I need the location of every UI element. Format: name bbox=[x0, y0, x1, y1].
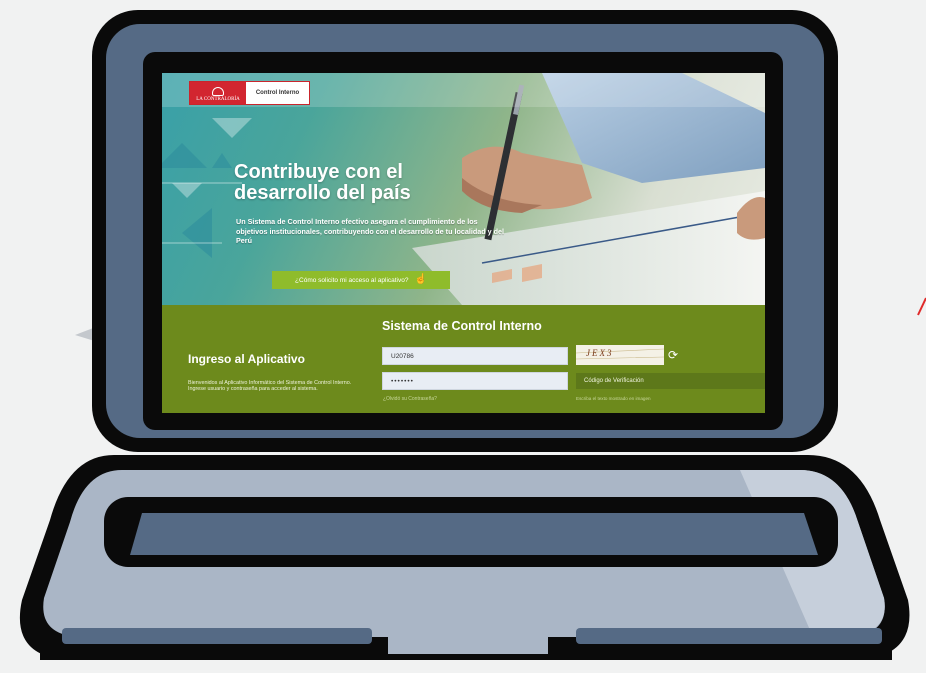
keyboard-area bbox=[130, 513, 818, 555]
accent-mark bbox=[917, 297, 926, 316]
verification-hint: Escriba el texto mostrado en imagen bbox=[576, 396, 651, 401]
password-input[interactable] bbox=[382, 372, 568, 390]
cursor-click-icon: ☝ bbox=[414, 274, 427, 285]
login-panel: Sistema de Control Interno Ingreso al Ap… bbox=[162, 305, 765, 413]
logo-text: LA CONTRALORÍA bbox=[196, 97, 240, 102]
contraloria-logo: LA CONTRALORÍA bbox=[190, 82, 246, 104]
forgot-password-link[interactable]: ¿Olvidó su Contraseña? bbox=[383, 396, 437, 402]
system-title: Sistema de Control Interno bbox=[382, 319, 542, 333]
bottom-right-strip bbox=[576, 628, 882, 644]
trackpad-notch bbox=[388, 628, 548, 654]
deco-triangles bbox=[162, 143, 232, 258]
username-input[interactable] bbox=[382, 347, 568, 365]
paper-sheet bbox=[412, 191, 765, 305]
app-screen: LA CONTRALORÍA Control Interno Contribuy… bbox=[162, 73, 765, 413]
bottom-left-strip bbox=[62, 628, 372, 644]
hero-description: Un Sistema de Control Interno efectivo a… bbox=[236, 217, 504, 245]
login-description: Bienvenidos al Aplicativo Informático de… bbox=[188, 380, 352, 393]
logo[interactable]: LA CONTRALORÍA Control Interno bbox=[189, 81, 310, 105]
refresh-icon[interactable]: ⟳ bbox=[668, 349, 678, 361]
verification-label: Código de Verificación bbox=[584, 378, 644, 384]
captcha-image: JEX3 bbox=[576, 345, 664, 365]
section-label: Control Interno bbox=[255, 90, 300, 96]
captcha-text: JEX3 bbox=[586, 348, 614, 358]
login-heading: Ingreso al Aplicativo bbox=[188, 352, 305, 366]
crest-icon bbox=[212, 87, 224, 96]
access-request-button[interactable]: ¿Cómo solicito mi acceso al aplicativo? … bbox=[272, 271, 450, 289]
verification-code-input[interactable]: Código de Verificación bbox=[576, 373, 765, 389]
access-button-label: ¿Cómo solicito mi acceso al aplicativo? bbox=[295, 276, 409, 284]
hero-title: Contribuye con el desarrollo del país bbox=[234, 161, 411, 204]
